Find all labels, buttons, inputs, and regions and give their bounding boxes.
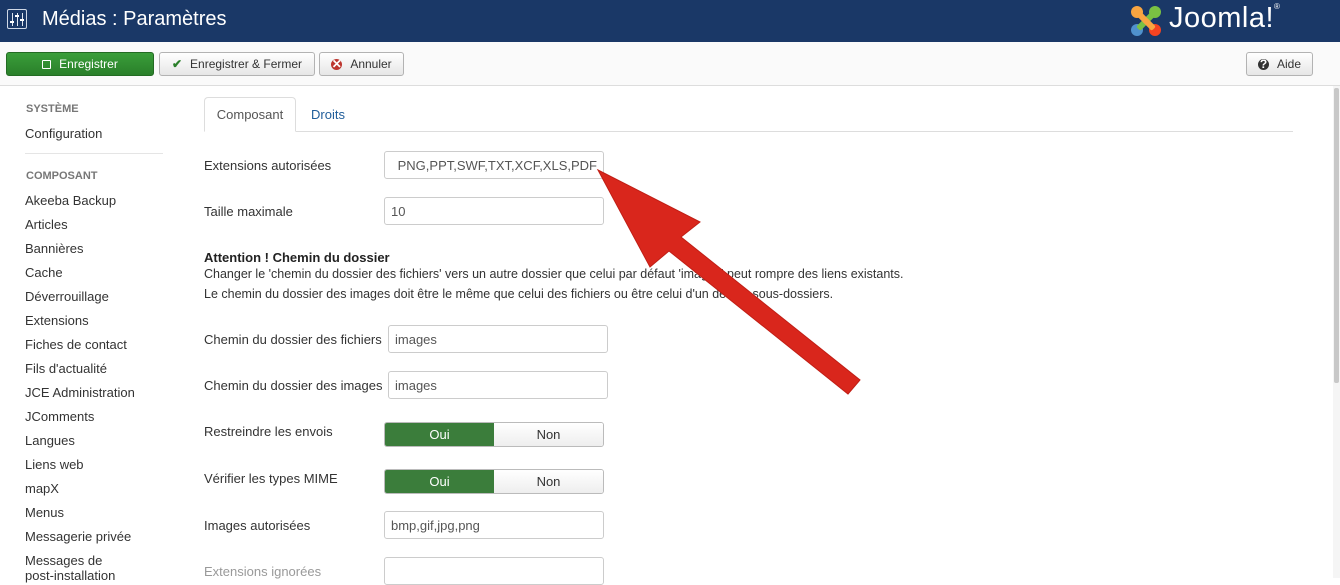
tab-droits[interactable]: Droits [300, 97, 356, 132]
sidebar-section-system: SYSTÈME [26, 103, 79, 115]
sidebar-item-liens-web[interactable]: Liens web [25, 457, 84, 472]
check-mime-yes[interactable]: Oui [385, 470, 494, 493]
restrict-uploads-label: Restreindre les envois [204, 424, 333, 439]
sidebar-item-akeeba-backup[interactable]: Akeeba Backup [25, 193, 116, 208]
sidebar-item-messagerie-privee[interactable]: Messagerie privée [25, 529, 131, 544]
allowed-images-input[interactable]: bmp,gif,jpg,png [384, 511, 604, 539]
sidebar-item-extensions[interactable]: Extensions [25, 313, 89, 328]
sidebar-item-articles[interactable]: Articles [25, 217, 68, 232]
max-size-label: Taille maximale [204, 204, 293, 219]
restrict-uploads-yes[interactable]: Oui [385, 423, 494, 446]
allowed-extensions-label: Extensions autorisées [204, 158, 332, 173]
scrollbar-thumb[interactable] [1334, 88, 1339, 383]
sidebar-item-fils-actualite[interactable]: Fils d'actualité [25, 361, 107, 376]
sidebar-item-bannieres[interactable]: Bannières [25, 241, 84, 256]
check-mime-toggle: Oui Non [384, 469, 604, 494]
check-icon: ✔ [171, 57, 183, 71]
allowed-images-label: Images autorisées [204, 518, 311, 533]
notice-title: Attention ! Chemin du dossier [204, 250, 390, 265]
image-path-input[interactable]: images [388, 371, 608, 399]
sidebar-item-langues[interactable]: Langues [25, 433, 75, 448]
joomla-logo-text: Joomla!® [1169, 2, 1281, 34]
max-size-input[interactable]: 10 [384, 197, 604, 225]
save-close-button[interactable]: ✔ Enregistrer & Fermer [159, 52, 315, 76]
notice-line-1: Changer le 'chemin du dossier des fichie… [204, 267, 904, 281]
cancel-button[interactable]: ✕ Annuler [319, 52, 404, 76]
page-title: Médias : Paramètres [42, 8, 227, 30]
header-bar: Médias : Paramètres Joomla!® [0, 0, 1340, 42]
check-mime-label: Vérifier les types MIME [204, 471, 338, 486]
check-mime-no[interactable]: Non [494, 470, 603, 493]
file-path-input[interactable]: images [388, 325, 608, 353]
sidebar-item-menus[interactable]: Menus [25, 505, 64, 520]
edit-icon [42, 59, 52, 69]
sidebar-item-configuration[interactable]: Configuration [25, 126, 102, 141]
cancel-icon: ✕ [331, 56, 343, 71]
sidebar-item-fiches-de-contact[interactable]: Fiches de contact [25, 337, 127, 352]
sidebar-section-component: COMPOSANT [26, 170, 98, 182]
ignored-extensions-input[interactable] [384, 557, 604, 585]
sidebar-divider [25, 153, 163, 154]
sidebar-item-deverrouillage[interactable]: Déverrouillage [25, 289, 109, 304]
save-button[interactable]: Enregistrer [6, 52, 154, 76]
restrict-uploads-no[interactable]: Non [494, 423, 603, 446]
restrict-uploads-toggle: Oui Non [384, 422, 604, 447]
sidebar-item-messages-post-installation[interactable]: Messages de post-installation [25, 553, 115, 583]
sidebar-item-jce-administration[interactable]: JCE Administration [25, 385, 135, 400]
help-icon: ? [1257, 56, 1269, 71]
image-path-label: Chemin du dossier des images [204, 378, 383, 393]
allowed-extensions-input[interactable]: PNG,PPT,SWF,TXT,XCF,XLS,PDF [384, 151, 604, 179]
ignored-extensions-label: Extensions ignorées [204, 564, 322, 579]
tab-composant[interactable]: Composant [204, 97, 296, 132]
file-path-label: Chemin du dossier des fichiers [204, 332, 382, 347]
sidebar-item-jcomments[interactable]: JComments [25, 409, 94, 424]
notice-line-2: Le chemin du dossier des images doit êtr… [204, 287, 834, 301]
sidebar-item-cache[interactable]: Cache [25, 265, 63, 280]
sliders-icon [7, 9, 27, 29]
sidebar-item-mapx[interactable]: mapX [25, 481, 59, 496]
help-button[interactable]: ? Aide [1246, 52, 1313, 76]
tab-border [204, 131, 1293, 132]
